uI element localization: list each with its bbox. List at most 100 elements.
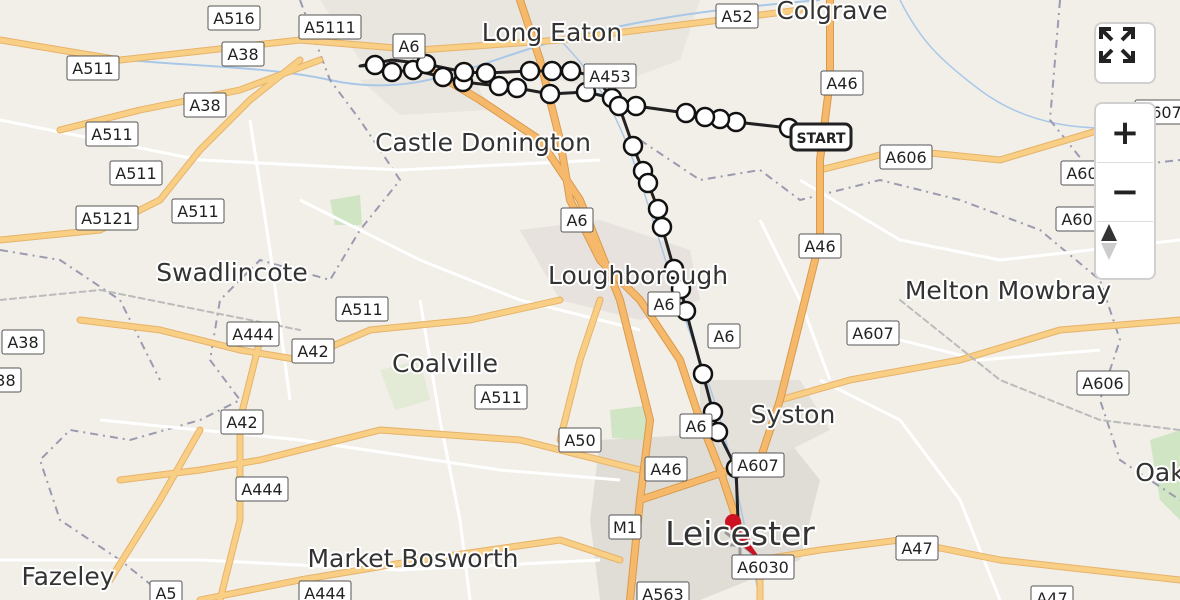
road-label-text: A47 [1036,589,1067,600]
road-label: A607 [731,452,785,478]
road-label-text: A5121 [81,209,133,228]
road-label-text: A5111 [304,18,356,37]
road-label-text: A516 [213,9,254,28]
road-label: A42 [291,338,335,364]
road-label-text: A511 [115,164,156,183]
road-label-text: A6 [713,327,734,346]
start-marker[interactable]: START [789,122,853,152]
place-label: Swadlincote [156,258,307,287]
road-label: A47 [1030,585,1074,600]
road-label: A42 [220,409,264,435]
reset-north-button[interactable] [1097,222,1153,278]
road-label: A5111 [298,14,362,40]
route-stop-marker[interactable] [651,216,673,238]
road-label: A444 [298,580,352,600]
start-label: START [796,131,846,147]
route-stop-marker[interactable] [647,198,669,220]
place-label: Market Bosworth [307,544,518,573]
road-label: A38 [183,92,227,118]
road-label: A5121 [75,205,139,231]
route-stop-marker[interactable] [694,106,716,128]
road-label-text: A6 [398,37,419,56]
road-label-text: A563 [642,585,683,600]
road-label-text: A50 [564,431,595,450]
road-label: A511 [109,160,163,186]
route-stop-marker[interactable] [364,54,386,76]
route-stop-marker[interactable] [453,61,475,83]
road-label-text: A46 [804,237,835,256]
route-stop-marker[interactable] [506,77,528,99]
road-label-text: A6030 [737,558,789,577]
road-label: A511 [85,121,139,147]
road-label: A6 [392,33,426,59]
basemap: A516 A5111 A6 A52 A38 A511 A46 A38 A511 A453 A511 A… [0,0,1180,600]
fullscreen-control [1094,22,1156,84]
road-label-text: A46 [650,460,681,479]
route-stop-marker[interactable] [622,135,644,157]
place-label: Oak [1135,458,1180,487]
road-label: A6 [707,323,741,349]
route-stop-marker[interactable] [519,60,541,82]
road-label-text: A38 [227,45,258,64]
place-label: Melton Mowbray [905,276,1112,305]
road-label: A6030 [731,554,795,580]
road-label-text: A511 [72,59,113,78]
place-label: Long Eaton [482,18,623,47]
route-stop-marker[interactable] [475,62,497,84]
road-label-text: A606 [885,148,926,167]
zoom-control: + − [1094,102,1156,280]
road-label-text: A511 [341,300,382,319]
place-label: Loughborough [548,261,728,290]
road-label: A511 [335,296,389,322]
route-stop-marker[interactable] [539,83,561,105]
road-label: A511 [171,198,225,224]
route-stop-marker[interactable] [692,363,714,385]
road-label: A46 [798,233,842,259]
road-label-text: A511 [177,202,218,221]
road-label-text: A42 [226,413,257,432]
road-label: A607 [846,320,900,346]
zoom-in-label: + [1110,113,1140,153]
place-label: Colgrave [776,0,887,25]
road-label: A46 [644,456,688,482]
route-stop-marker[interactable] [560,60,582,82]
road-label-text: A511 [480,388,521,407]
road-label-text: A60 [1061,210,1092,229]
map-canvas[interactable]: A516 A5111 A6 A52 A38 A511 A46 A38 A511 A453 A511 A… [0,0,1180,600]
road-label: A511 [66,55,120,81]
road-label: A444 [226,321,280,347]
place-label: Castle Donington [375,128,591,157]
road-label: A606 [1076,370,1130,396]
route-stop-marker[interactable] [637,172,659,194]
road-label-text: A444 [232,325,273,344]
route-stop-marker[interactable] [625,95,647,117]
zoom-out-button[interactable]: − [1097,163,1153,222]
road-label-text: A444 [241,480,282,499]
road-label: A453 [583,63,637,89]
road-label: A46 [820,70,864,96]
road-label: A38 [221,41,265,67]
road-label-text: A607 [852,324,893,343]
road-label-text: A606 [1082,374,1123,393]
route-stop-marker[interactable] [381,61,403,83]
road-label-text: A6 [653,295,674,314]
road-label: A47 [895,535,939,561]
route-stop-marker[interactable] [675,102,697,124]
road-label: A511 [474,384,528,410]
route-stop-marker[interactable] [608,95,630,117]
road-label-text: A607 [737,456,778,475]
place-label: Fazeley [21,562,114,591]
road-label-text: A42 [297,342,328,361]
road-label: A5 [149,580,183,600]
compass-north-icon [1101,224,1117,260]
road-label: A60 [1055,206,1099,232]
road-label: A516 [207,5,261,31]
road-label-text: A38 [0,371,16,390]
zoom-in-button[interactable]: + [1097,104,1153,163]
road-label-text: A38 [189,96,220,115]
road-label: A6 [560,207,594,233]
route-stop-marker[interactable] [541,60,563,82]
fullscreen-button[interactable] [1097,25,1153,81]
route-stop-marker[interactable] [432,66,454,88]
road-label-text: A453 [589,67,630,86]
